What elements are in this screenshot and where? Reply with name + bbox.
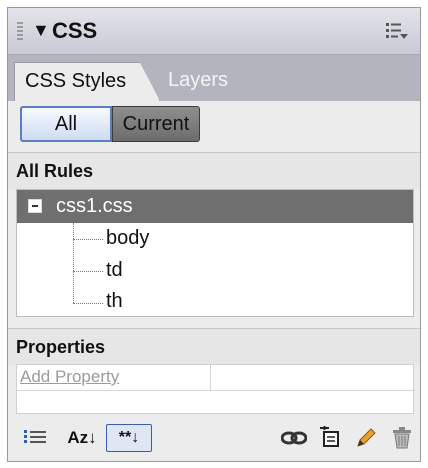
panel-title: CSS	[52, 18, 98, 43]
properties-grid: Add Property	[16, 364, 415, 414]
new-css-rule-icon[interactable]	[316, 424, 344, 452]
css-panel: ▼ CSS CSS Styles Layers All Current All …	[7, 7, 421, 462]
tab-css-styles[interactable]: CSS Styles	[14, 62, 160, 101]
panel-toolbar: Az↓ **↓	[8, 418, 420, 461]
tree-connector-line	[73, 271, 103, 272]
panel-options-menu-icon[interactable]	[386, 22, 408, 40]
collapse-toggle-icon[interactable]	[28, 199, 42, 213]
panel-titlebar[interactable]: ▼ CSS	[8, 8, 420, 55]
tree-connector-line	[73, 223, 74, 303]
attach-style-sheet-icon[interactable]	[280, 424, 308, 452]
category-view-icon[interactable]	[22, 424, 50, 452]
current-mode-button[interactable]: Current	[112, 106, 200, 142]
alphabetical-view-icon[interactable]: Az↓	[62, 424, 102, 452]
tab-layers[interactable]: Layers	[168, 69, 228, 92]
delete-icon[interactable]	[388, 424, 416, 452]
properties-header[interactable]: Properties	[8, 328, 420, 365]
all-mode-button[interactable]: All	[20, 106, 112, 142]
tree-connector-line	[73, 239, 103, 240]
edit-style-icon[interactable]	[352, 424, 380, 452]
tree-connector-line	[73, 303, 103, 304]
tab-css-styles-label: CSS Styles	[25, 70, 127, 92]
add-property-cell[interactable]: Add Property	[17, 365, 211, 391]
rules-tree[interactable]: css1.css body td th	[16, 189, 414, 317]
add-property-link[interactable]: Add Property	[20, 367, 119, 387]
css-file-label: css1.css	[56, 195, 133, 217]
collapse-arrow-icon[interactable]: ▼	[32, 20, 50, 41]
tree-row-css-file[interactable]: css1.css	[17, 190, 413, 223]
all-rules-title: All Rules	[16, 161, 94, 181]
all-rules-header[interactable]: All Rules	[8, 152, 420, 189]
rule-item-body[interactable]: body	[106, 227, 149, 250]
set-properties-view-icon[interactable]: **↓	[106, 424, 152, 452]
panel-tabstrip: CSS Styles Layers	[8, 55, 420, 101]
rule-item-th[interactable]: th	[106, 290, 123, 313]
drag-grip-icon[interactable]	[17, 22, 23, 40]
properties-title: Properties	[16, 337, 106, 357]
property-value-cell[interactable]	[211, 365, 415, 391]
rule-item-td[interactable]: td	[106, 259, 123, 282]
